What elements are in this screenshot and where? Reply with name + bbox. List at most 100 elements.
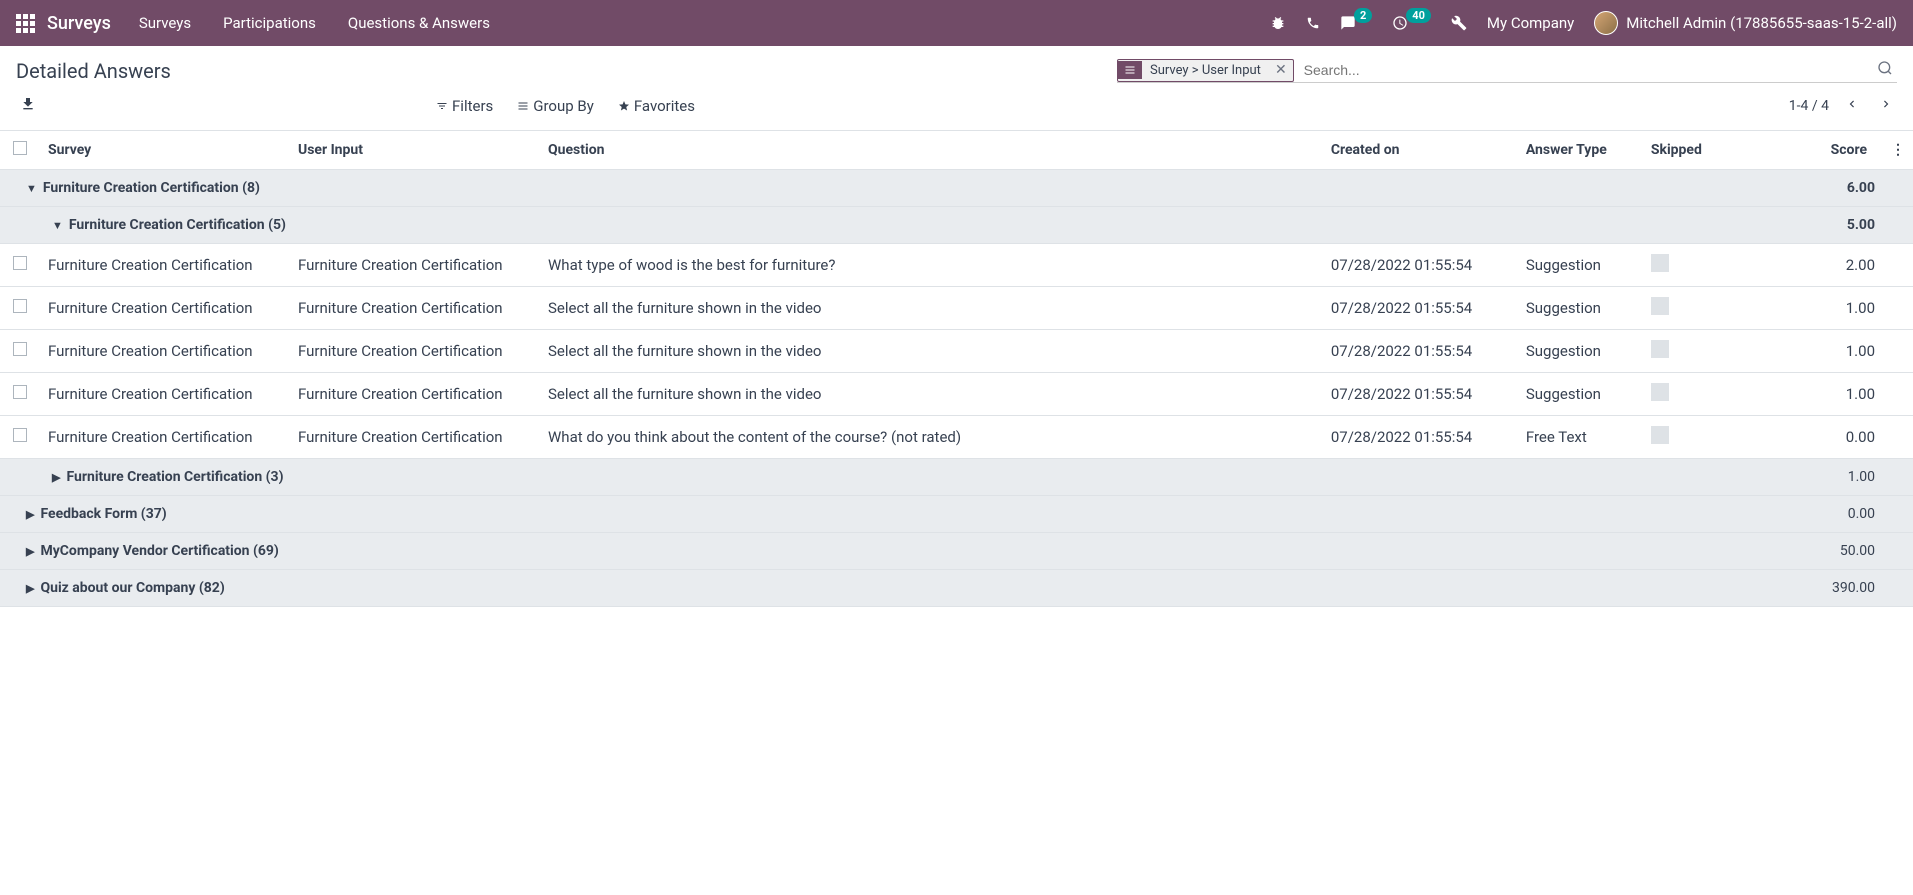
export-icon[interactable] (16, 96, 36, 116)
row-checkbox[interactable] (13, 299, 27, 313)
group-label: Furniture Creation Certification (5) (69, 217, 286, 233)
group-row[interactable]: ▶Feedback Form (37) 0.00 (0, 496, 1913, 533)
cell-type: Suggestion (1518, 244, 1643, 287)
cell-user-input: Furniture Creation Certification (290, 373, 540, 416)
pager-value[interactable]: 1-4 / 4 (1789, 98, 1829, 114)
cell-created: 07/28/2022 01:55:54 (1323, 416, 1518, 459)
cell-question: Select all the furniture shown in the vi… (540, 330, 1323, 373)
table-header: Survey User Input Question Created on An… (0, 131, 1913, 170)
col-survey[interactable]: Survey (40, 131, 290, 170)
row-checkbox[interactable] (13, 385, 27, 399)
facet-remove[interactable]: ✕ (1269, 62, 1293, 78)
cell-question: Select all the furniture shown in the vi… (540, 373, 1323, 416)
caret-right-icon: ▶ (26, 508, 34, 521)
debug-icon[interactable] (1270, 15, 1286, 31)
filters-label: Filters (452, 97, 493, 115)
list-view: Survey User Input Question Created on An… (0, 130, 1913, 607)
col-user-input[interactable]: User Input (290, 131, 540, 170)
search-facet: Survey > User Input ✕ (1117, 59, 1294, 82)
table-row[interactable]: Furniture Creation Certification Furnitu… (0, 244, 1913, 287)
avatar (1594, 11, 1618, 35)
favorites-button[interactable]: Favorites (618, 97, 695, 115)
search-bar[interactable]: Survey > User Input ✕ (1117, 58, 1897, 83)
group-score: 1.00 (1773, 459, 1883, 496)
cell-survey: Furniture Creation Certification (40, 287, 290, 330)
cell-created: 07/28/2022 01:55:54 (1323, 244, 1518, 287)
nav-item-participations[interactable]: Participations (223, 14, 316, 32)
col-question[interactable]: Question (540, 131, 1323, 170)
cell-type: Free Text (1518, 416, 1643, 459)
group-label: MyCompany Vendor Certification (69) (40, 543, 278, 559)
cell-type: Suggestion (1518, 330, 1643, 373)
group-label: Quiz about our Company (82) (40, 580, 224, 596)
search-options: Filters Group By Favorites (436, 97, 695, 115)
group-row[interactable]: ▶ MyCompany Vendor Certification (69) 50.… (0, 533, 1913, 570)
cell-user-input: Furniture Creation Certification (290, 287, 540, 330)
activities-badge: 40 (1406, 8, 1431, 23)
cell-type: Suggestion (1518, 287, 1643, 330)
table-row[interactable]: Furniture Creation Certification Furnitu… (0, 330, 1913, 373)
facet-label: Survey > User Input (1142, 60, 1269, 81)
tools-icon[interactable] (1451, 15, 1467, 31)
table-row[interactable]: Furniture Creation Certification Furnitu… (0, 416, 1913, 459)
select-all-checkbox[interactable] (13, 141, 27, 155)
col-optional[interactable]: ⋮ (1883, 131, 1913, 170)
group-row[interactable]: ▶Quiz about our Company (82) 390.00 (0, 570, 1913, 607)
cell-question: What type of wood is the best for furnit… (540, 244, 1323, 287)
groupby-button[interactable]: Group By (517, 97, 594, 115)
cell-survey: Furniture Creation Certification (40, 373, 290, 416)
nav-item-questions[interactable]: Questions & Answers (348, 14, 490, 32)
col-created[interactable]: Created on (1323, 131, 1518, 170)
skipped-checkbox (1651, 254, 1669, 272)
caret-right-icon: ▶ (26, 582, 34, 595)
row-checkbox[interactable] (13, 256, 27, 270)
search-icon[interactable] (1873, 60, 1897, 80)
pager: 1-4 / 4 (1789, 91, 1897, 120)
group-score: 50.00 (1773, 533, 1883, 570)
search-input[interactable] (1300, 58, 1873, 82)
apps-icon[interactable] (16, 14, 35, 33)
pager-next[interactable] (1875, 91, 1897, 120)
messages-badge: 2 (1354, 8, 1372, 23)
group-row[interactable]: ▼Furniture Creation Certification (5) 5.… (0, 207, 1913, 244)
cell-user-input: Furniture Creation Certification (290, 244, 540, 287)
pager-prev[interactable] (1841, 91, 1863, 120)
cell-survey: Furniture Creation Certification (40, 416, 290, 459)
cell-score: 2.00 (1773, 244, 1883, 287)
messages-icon[interactable]: 2 (1340, 15, 1372, 31)
cell-type: Suggestion (1518, 373, 1643, 416)
filters-button[interactable]: Filters (436, 97, 493, 115)
caret-right-icon: ▶ (26, 545, 34, 558)
skipped-checkbox (1651, 383, 1669, 401)
list-icon (1118, 61, 1142, 79)
company-switcher[interactable]: My Company (1487, 14, 1574, 32)
app-brand[interactable]: Surveys (47, 13, 111, 34)
nav-menu: Surveys Participations Questions & Answe… (139, 14, 490, 32)
col-skipped[interactable]: Skipped (1643, 131, 1773, 170)
user-menu[interactable]: Mitchell Admin (17885655-saas-15-2-all) (1594, 11, 1897, 35)
cell-question: Select all the furniture shown in the vi… (540, 287, 1323, 330)
cell-score: 1.00 (1773, 373, 1883, 416)
group-row[interactable]: ▼Furniture Creation Certification (8) 6.… (0, 170, 1913, 207)
table-row[interactable]: Furniture Creation Certification Furnitu… (0, 287, 1913, 330)
col-score[interactable]: Score (1773, 131, 1883, 170)
page-title: Detailed Answers (16, 59, 171, 83)
row-checkbox[interactable] (13, 342, 27, 356)
activities-icon[interactable]: 40 (1392, 15, 1431, 31)
cell-question: What do you think about the content of t… (540, 416, 1323, 459)
skipped-checkbox (1651, 340, 1669, 358)
group-label: Furniture Creation Certification (3) (66, 469, 283, 485)
nav-right: 2 40 My Company Mitchell Admin (17885655… (1270, 11, 1897, 35)
groupby-label: Group By (533, 97, 594, 115)
top-navbar: Surveys Surveys Participations Questions… (0, 0, 1913, 46)
group-score: 6.00 (1773, 170, 1883, 207)
cell-created: 07/28/2022 01:55:54 (1323, 373, 1518, 416)
caret-right-icon: ▶ (52, 471, 60, 484)
phone-icon[interactable] (1306, 16, 1320, 30)
col-answer-type[interactable]: Answer Type (1518, 131, 1643, 170)
group-row[interactable]: ▶ Furniture Creation Certification (3) 1.… (0, 459, 1913, 496)
nav-item-surveys[interactable]: Surveys (139, 14, 191, 32)
table-row[interactable]: Furniture Creation Certification Furnitu… (0, 373, 1913, 416)
row-checkbox[interactable] (13, 428, 27, 442)
cell-user-input: Furniture Creation Certification (290, 330, 540, 373)
